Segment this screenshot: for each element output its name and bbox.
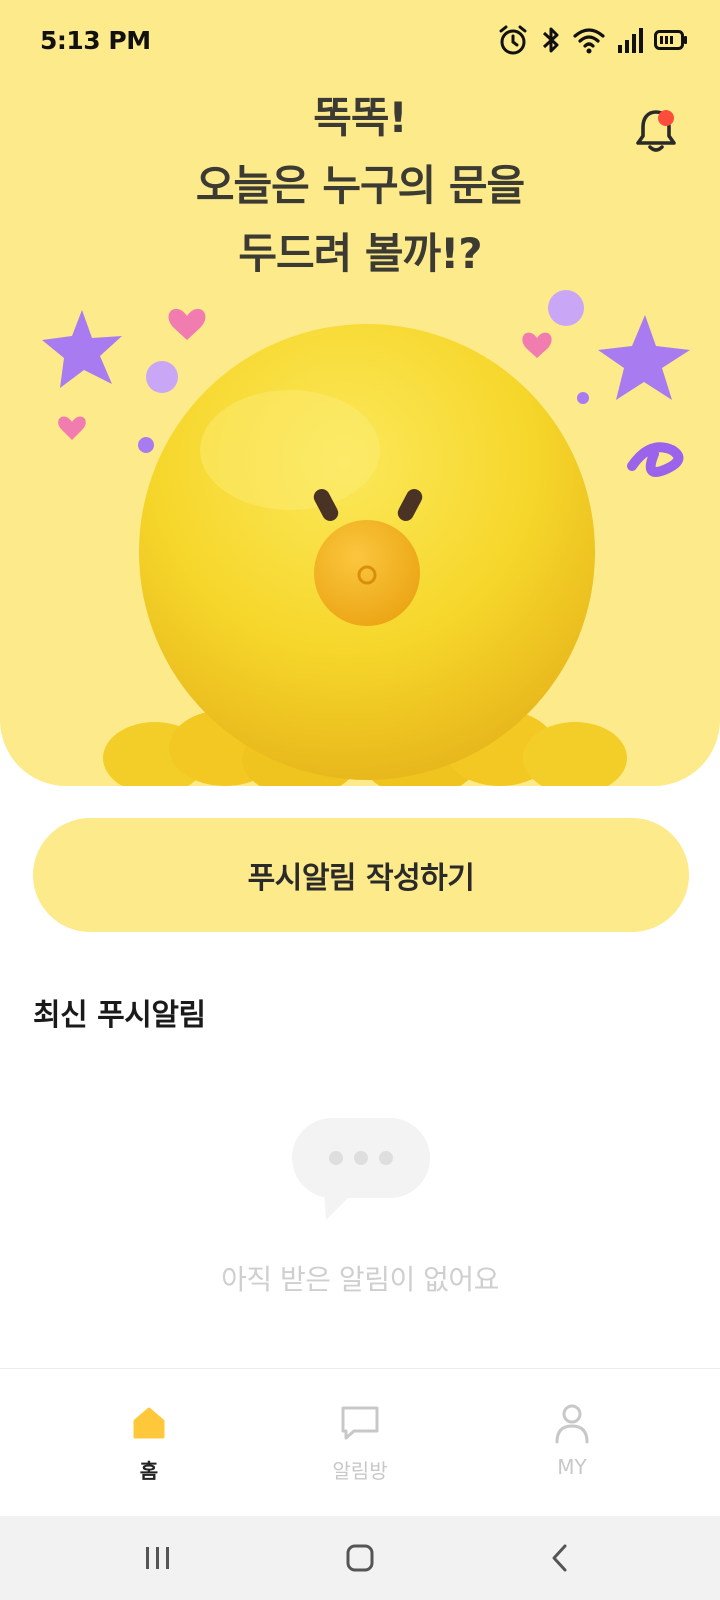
nav-my[interactable]: MY (512, 1399, 632, 1479)
home-icon (133, 1407, 165, 1439)
headline-line-1: 똑똑! (313, 93, 407, 142)
compose-push-button[interactable]: 푸시알림 작성하기 (33, 818, 689, 932)
battery-icon (654, 29, 688, 55)
recent-apps-button[interactable] (138, 1542, 178, 1574)
bottom-navigation: 홈 알림방 MY (0, 1368, 720, 1517)
status-time: 5:13 PM (40, 26, 151, 55)
wifi-icon (572, 25, 606, 59)
recent-push-title: 최신 푸시알림 (33, 998, 206, 1033)
alarm-icon (496, 23, 530, 61)
hero-banner: 5:13 PM 똑똑! 오늘은 누구의 문을 두드려 볼까!? (0, 0, 720, 786)
home-circle-icon (346, 1544, 374, 1572)
recent-apps-icon (146, 1547, 169, 1569)
chat-icon (341, 1406, 379, 1440)
notification-dot (658, 110, 674, 126)
empty-state-text: 아직 받은 알림이 없어요 (221, 1263, 499, 1296)
nav-chat-room[interactable]: 알림방 (300, 1399, 420, 1484)
person-icon (555, 1404, 589, 1444)
chat-bubble-icon (292, 1118, 430, 1220)
octopus-mascot-illustration (42, 290, 690, 786)
hero-headline: 똑똑! 오늘은 누구의 문을 두드려 볼까!? (0, 84, 720, 288)
back-icon (552, 1544, 567, 1572)
home-system-button[interactable] (340, 1542, 380, 1574)
back-button[interactable] (540, 1542, 580, 1574)
nav-home[interactable]: 홈 (89, 1399, 209, 1484)
nav-home-label: 홈 (139, 1459, 159, 1483)
bluetooth-icon (540, 23, 562, 61)
status-icons (496, 24, 688, 60)
system-navigation-bar (0, 1516, 720, 1600)
status-bar: 5:13 PM (0, 0, 720, 84)
nav-my-label: MY (557, 1455, 587, 1479)
nav-chat-room-label: 알림방 (332, 1459, 388, 1483)
signal-icon (616, 25, 644, 59)
headline-line-2: 오늘은 누구의 문을 (195, 161, 525, 210)
